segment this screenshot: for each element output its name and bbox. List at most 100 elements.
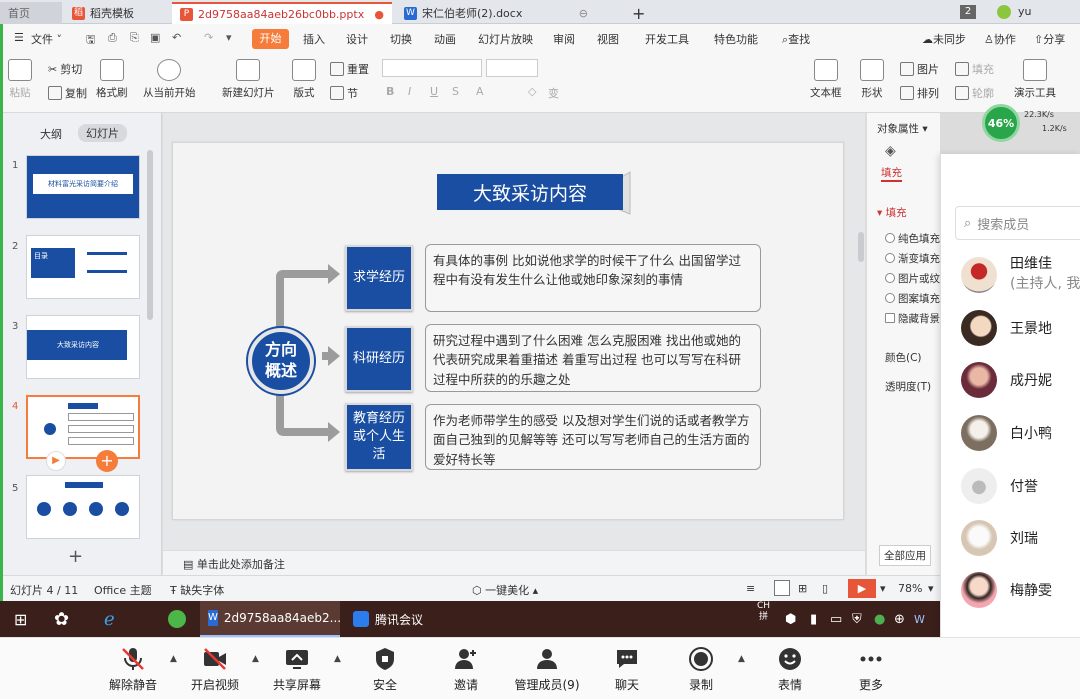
manage-members-button[interactable]: 管理成员(9)	[510, 646, 584, 693]
invite-button[interactable]: 邀请	[431, 646, 501, 693]
slide-title[interactable]: 大致采访内容	[437, 174, 623, 210]
new-slide-button[interactable]: 新建幻灯片	[222, 59, 275, 100]
desc-study[interactable]: 有具体的事例 比如说他求学的时候干了什么 出国留学过程中有没有发生什么让他或她印…	[425, 244, 761, 312]
slideshow-dropdown-icon[interactable]: ▾	[880, 582, 886, 595]
canvas-scrollbar[interactable]	[858, 232, 864, 262]
tab-pptx[interactable]: P 2d9758aa84aeb26bc0bb.pptx ●	[172, 2, 392, 24]
tab-docx[interactable]: W 宋仁伯老师(2).docx ⊖	[396, 2, 596, 24]
center-topic-circle[interactable]: 方向 概述	[248, 328, 314, 394]
record-button[interactable]: 录制	[666, 646, 736, 693]
member-item[interactable]: ● 付誉	[961, 468, 1038, 504]
redo-icon[interactable]: ↷	[204, 31, 213, 44]
member-item[interactable]: 梅静雯	[961, 572, 1052, 608]
beautify-button[interactable]: ⬡ 一键美化 ▴	[472, 582, 538, 598]
record-options-caret-icon[interactable]: ▲	[738, 654, 745, 664]
quick-save-icon[interactable]: 🖫	[86, 31, 95, 50]
thumbnail-scrollbar[interactable]	[147, 150, 153, 320]
share-button[interactable]: ⇧分享	[1034, 31, 1065, 47]
desc-education[interactable]: 作为老师带学生的感受 以及想对学生们说的话或者教学方面自己独到的见解等等 还可以…	[425, 404, 761, 470]
format-painter-button[interactable]: 格式刷	[96, 59, 128, 100]
fill-bucket-icon[interactable]: ◈	[885, 143, 896, 159]
outline-button[interactable]: 轮廓	[955, 85, 994, 101]
strikethrough-button[interactable]: S	[452, 85, 459, 98]
windows-start-icon[interactable]: ⊞	[14, 601, 27, 637]
menu-features[interactable]: 特色功能	[714, 31, 758, 47]
menu-design[interactable]: 设计	[346, 31, 368, 47]
tab-unsaved-dot-icon[interactable]: ●	[364, 8, 384, 21]
app-pinned-icon[interactable]: ✿	[54, 601, 69, 637]
new-tab-button[interactable]: +	[624, 2, 654, 24]
share-options-caret-icon[interactable]: ▲	[334, 654, 341, 664]
play-from-current-button[interactable]: 从当前开始	[143, 59, 196, 100]
play-slide-icon[interactable]: ▶	[46, 451, 66, 471]
tray-wps-icon[interactable]: W	[914, 601, 925, 637]
menu-file[interactable]: 文件 ˅	[31, 31, 62, 47]
cut-button[interactable]: ✂ 剪切	[48, 61, 82, 77]
zoom-level[interactable]: 78%	[898, 582, 922, 595]
audio-options-caret-icon[interactable]: ▲	[170, 654, 177, 664]
option-gradient-fill[interactable]: 渐变填充	[885, 251, 940, 266]
option-pattern-fill[interactable]: 图案填充	[885, 291, 940, 306]
tray-network-icon[interactable]: ⊕	[894, 601, 905, 637]
option-solid-fill[interactable]: 纯色填充	[885, 231, 940, 246]
tray-display-icon[interactable]: ▭	[830, 601, 842, 637]
sync-status[interactable]: ☁未同步	[922, 31, 966, 47]
bold-button[interactable]: B	[386, 85, 394, 98]
collab-button[interactable]: ♙协作	[984, 31, 1016, 47]
picture-button[interactable]: 图片	[900, 61, 939, 77]
tray-wechat-icon[interactable]: ●	[874, 601, 885, 637]
underline-button[interactable]: U	[430, 85, 438, 98]
tab-outline[interactable]: 大纲	[40, 126, 62, 142]
quick-print-preview-icon[interactable]: ⎘	[130, 31, 139, 45]
menu-transition[interactable]: 切换	[390, 31, 412, 47]
menu-view[interactable]: 视图	[597, 31, 619, 47]
hide-background-checkbox[interactable]: 隐藏背景	[885, 311, 940, 326]
font-color-button[interactable]: A	[476, 85, 484, 98]
browser-pinned-icon[interactable]	[164, 601, 190, 637]
eraser-icon[interactable]: ◇	[528, 85, 536, 98]
paste-button[interactable]: 粘贴	[8, 59, 32, 100]
tab-home[interactable]: 首页	[0, 2, 62, 24]
menu-insert[interactable]: 插入	[303, 31, 325, 47]
video-options-caret-icon[interactable]: ▲	[252, 654, 259, 664]
copy-button[interactable]: 复制	[48, 85, 87, 101]
member-item[interactable]: 成丹妮	[961, 362, 1052, 398]
ime-indicator[interactable]: CH 拼	[757, 601, 770, 637]
theme-name[interactable]: Office 主题	[94, 582, 152, 598]
add-slide-button[interactable]: +	[68, 546, 83, 567]
tab-slides[interactable]: 幻灯片	[78, 124, 127, 142]
notes-area[interactable]: ▤ 单击此处添加备注	[163, 550, 865, 575]
tray-antivirus-icon[interactable]: ⛨	[852, 601, 862, 637]
member-item[interactable]: 刘瑞	[961, 520, 1038, 556]
menu-home[interactable]: 开始	[252, 29, 289, 49]
tab-close-icon[interactable]: ⊖	[569, 7, 588, 20]
user-avatar[interactable]	[997, 5, 1011, 19]
layout-button[interactable]: 版式	[292, 59, 316, 100]
missing-font-button[interactable]: Ŧ 缺失字体	[170, 582, 224, 598]
slide-thumbnail-3[interactable]: 大致采访内容	[26, 315, 140, 379]
quick-export-icon[interactable]: ▣	[150, 31, 160, 44]
menu-find[interactable]: ⌕查找	[782, 31, 810, 47]
category-research[interactable]: 科研经历	[345, 326, 413, 392]
taskbar-meeting-app[interactable]: 腾讯会议	[345, 601, 445, 637]
unmute-button[interactable]: 解除静音	[98, 646, 168, 693]
more-button[interactable]: 更多	[836, 646, 906, 693]
tab-template[interactable]: 稻稻壳模板	[64, 2, 170, 24]
slideshow-play-button[interactable]: ▶	[848, 579, 876, 598]
zoom-dropdown-icon[interactable]: ▾	[928, 582, 934, 595]
taskbar-pptx-app[interactable]: W 2d9758aa84aeb2...	[200, 601, 341, 637]
section-button[interactable]: 节	[330, 85, 358, 101]
arrange-button[interactable]: 排列	[900, 85, 939, 101]
fill-button[interactable]: 填充	[955, 61, 994, 77]
ie-browser-icon[interactable]: ℯ	[104, 601, 115, 637]
option-picture-fill[interactable]: 图片或纹	[885, 271, 940, 286]
reading-view-icon[interactable]: ▯	[822, 582, 828, 595]
network-speed-widget[interactable]: 46% 22.3K/s 1.2K/s	[982, 104, 1080, 144]
normal-view-icon[interactable]	[774, 580, 790, 596]
tray-shield-icon[interactable]: ⬢	[785, 601, 796, 637]
desc-research[interactable]: 研究过程中遇到了什么困难 怎么克服困难 找出他或她的代表研究成果着重描述 着重写…	[425, 324, 761, 392]
reset-button[interactable]: 重置	[330, 61, 369, 77]
slide-thumbnail-4-selected[interactable]	[26, 395, 140, 459]
hamburger-menu-icon[interactable]: ☰	[14, 31, 24, 44]
notes-toggle-icon[interactable]: ≡	[746, 582, 755, 595]
